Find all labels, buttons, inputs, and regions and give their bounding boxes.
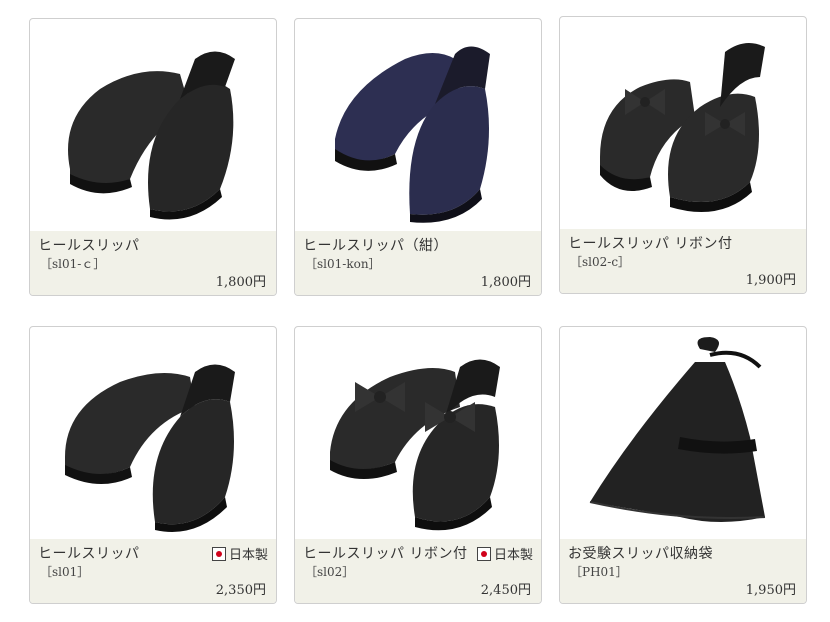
product-info: ヒールスリッパ リボン付 ［sl02-c］ 1,900円 <box>560 229 806 293</box>
product-code: ［sl01］ <box>40 565 90 579</box>
made-in-japan-badge: 日本製 <box>476 544 533 563</box>
slipper-image <box>330 359 500 531</box>
product-card[interactable]: お受験スリッパ収納袋 ［PH01］ 1,950円 <box>559 326 807 604</box>
product-code: ［sl01-ｃ］ <box>40 257 106 271</box>
product-name[interactable]: ヒールスリッパ リボン付 <box>568 233 732 253</box>
product-name[interactable]: ヒールスリッパ リボン付 <box>303 543 467 563</box>
product-image[interactable] <box>295 327 541 541</box>
product-info: ヒールスリッパ ［sl01-ｃ］ 1,800円 <box>30 231 276 295</box>
product-card[interactable]: ヒールスリッパ ［sl01-ｃ］ 1,800円 <box>29 18 277 296</box>
product-card[interactable]: ヒールスリッパ（紺） ［sl01-kon］ 1,800円 <box>294 18 542 296</box>
slipper-image <box>600 43 765 212</box>
product-code: ［sl02-c］ <box>570 255 631 269</box>
product-image[interactable] <box>30 327 276 541</box>
product-code: ［sl02］ <box>305 565 355 579</box>
product-price: 1,900円 <box>745 273 796 288</box>
product-name[interactable]: ヒールスリッパ <box>38 235 140 255</box>
slipper-image <box>65 364 235 532</box>
product-image[interactable] <box>295 19 541 233</box>
product-image[interactable] <box>30 19 276 233</box>
badge-label: 日本製 <box>228 548 268 563</box>
product-name[interactable]: ヒールスリッパ <box>38 543 140 563</box>
product-code: ［PH01］ <box>570 565 628 579</box>
product-name[interactable]: お受験スリッパ収納袋 <box>568 543 713 563</box>
product-price: 2,450円 <box>480 583 531 598</box>
japan-flag-icon <box>211 546 226 561</box>
product-price: 1,800円 <box>480 275 531 290</box>
product-price: 1,800円 <box>215 275 266 290</box>
product-price: 1,950円 <box>745 583 796 598</box>
bag-image <box>589 337 766 522</box>
product-image[interactable] <box>560 327 806 541</box>
product-card[interactable]: ヒールスリッパ リボン付 ［sl02-c］ 1,900円 <box>559 16 807 294</box>
slipper-image <box>68 51 235 220</box>
product-info: ヒールスリッパ（紺） ［sl01-kon］ 1,800円 <box>295 231 541 295</box>
japan-flag-icon <box>476 546 491 561</box>
badge-label: 日本製 <box>493 548 533 563</box>
product-info: お受験スリッパ収納袋 ［PH01］ 1,950円 <box>560 539 806 603</box>
product-name[interactable]: ヒールスリッパ（紺） <box>303 235 448 255</box>
product-info: ヒールスリッパ 日本製 ［sl01］ 2,350円 <box>30 539 276 603</box>
product-code: ［sl01-kon］ <box>305 257 381 271</box>
product-price: 2,350円 <box>215 583 266 598</box>
product-image[interactable] <box>560 17 806 231</box>
slipper-image <box>335 46 490 223</box>
product-info: ヒールスリッパ リボン付 日本製 ［sl02］ 2,450円 <box>295 539 541 603</box>
product-card[interactable]: ヒールスリッパ 日本製 ［sl01］ 2,350円 <box>29 326 277 604</box>
product-card[interactable]: ヒールスリッパ リボン付 日本製 ［sl02］ 2,450円 <box>294 326 542 604</box>
made-in-japan-badge: 日本製 <box>211 544 268 563</box>
